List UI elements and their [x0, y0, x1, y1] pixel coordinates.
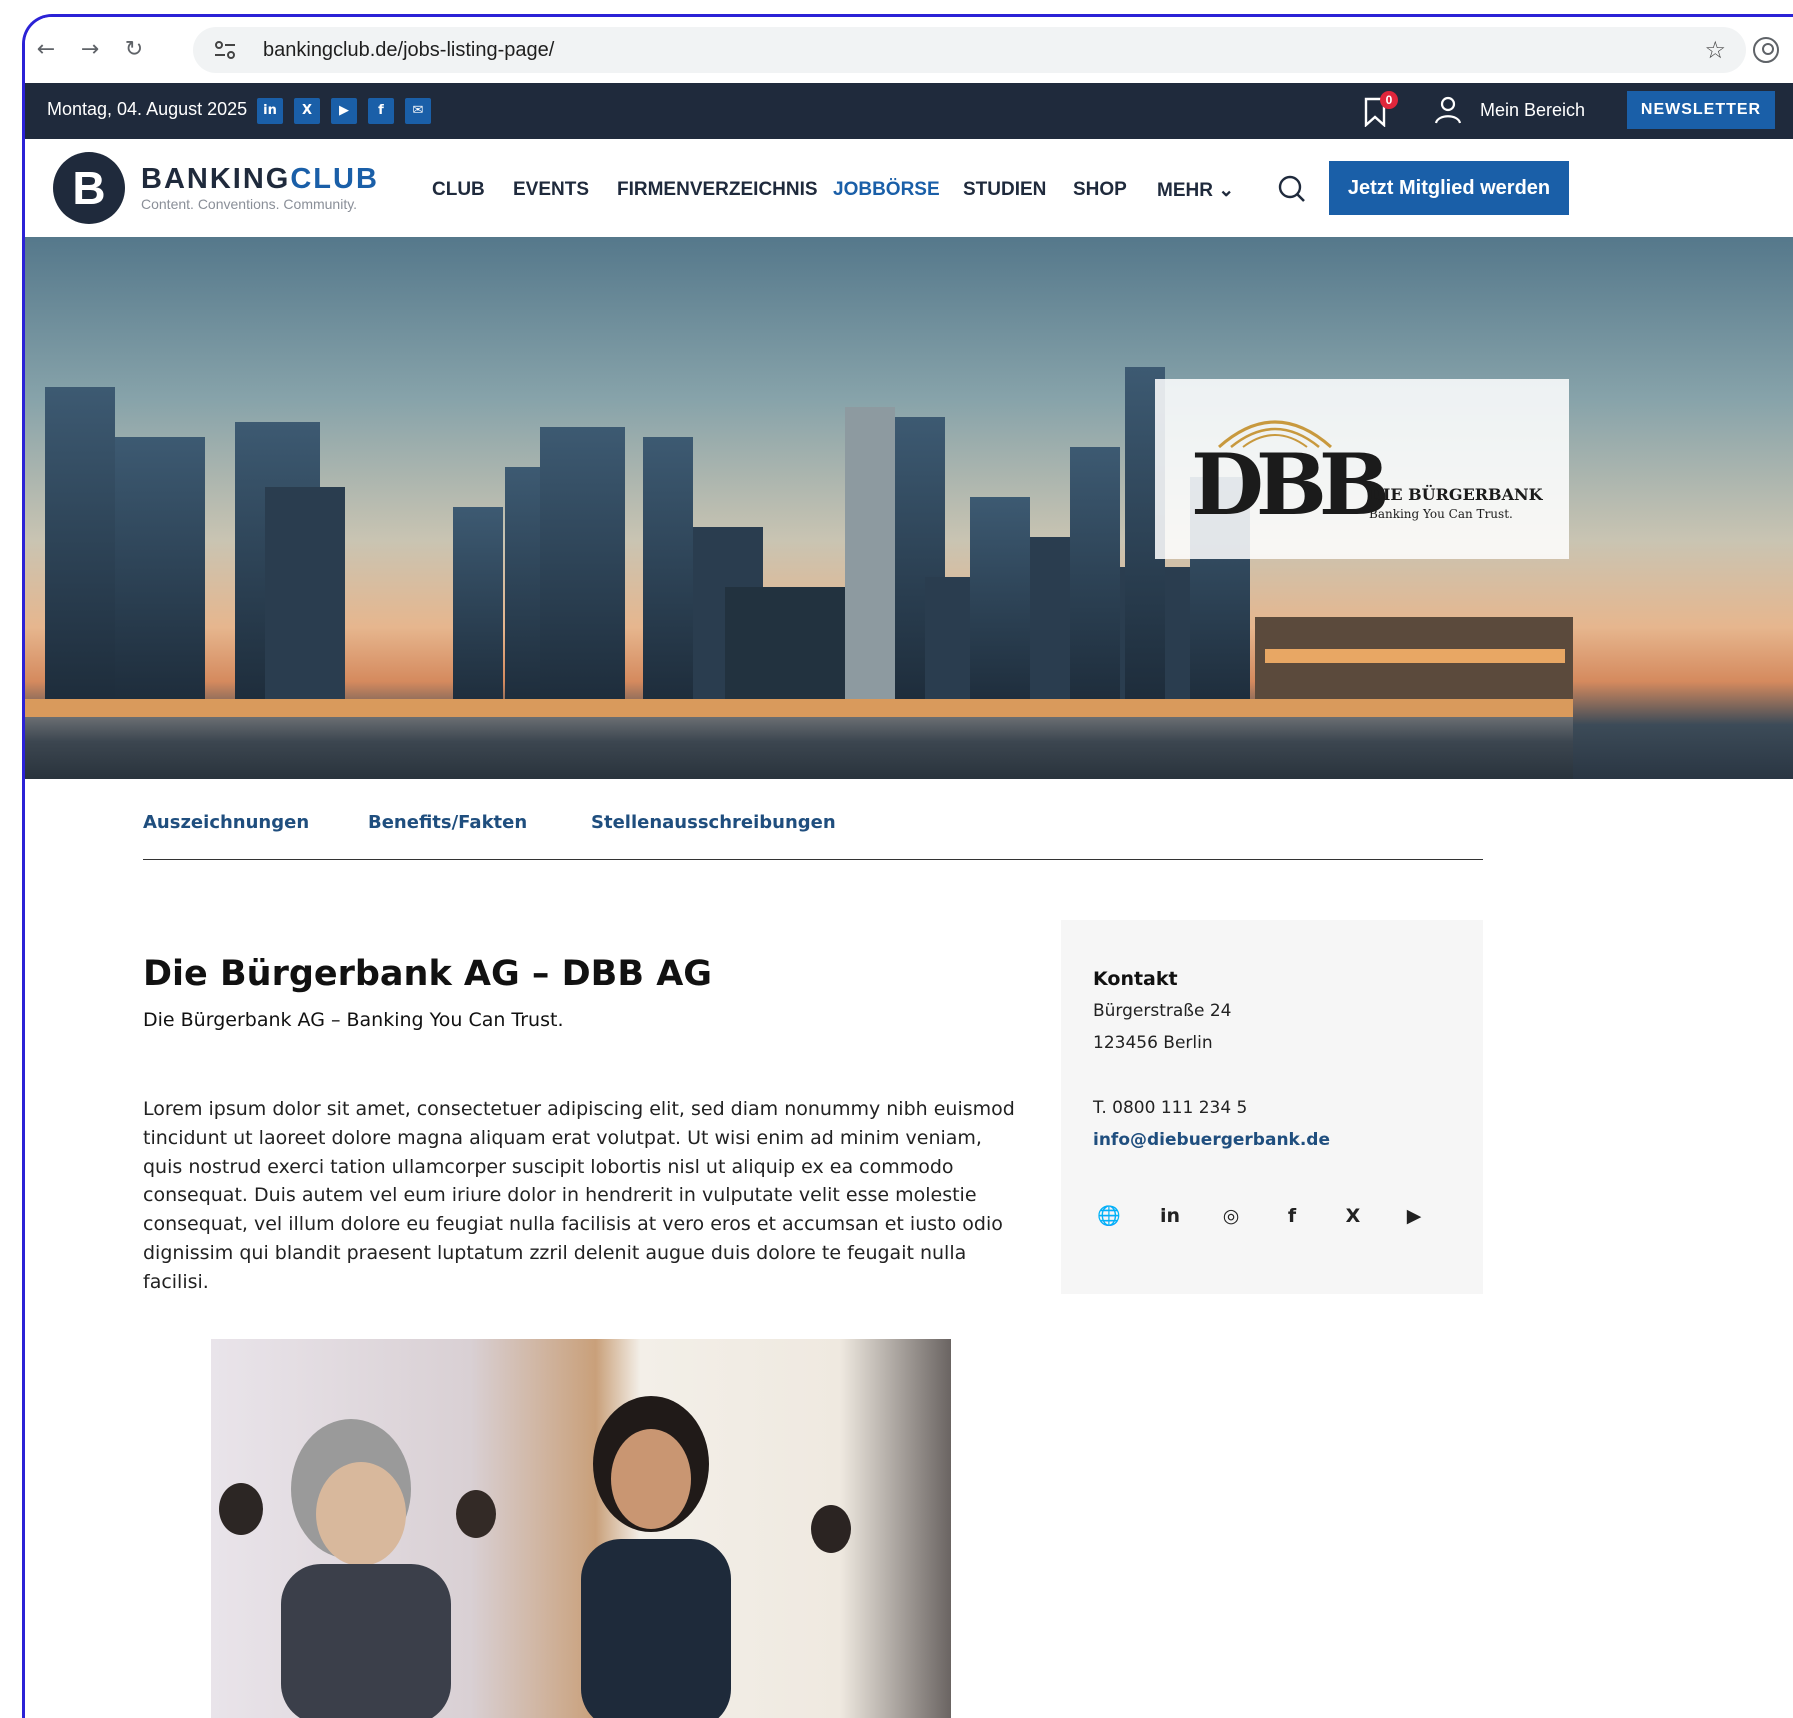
company-tabs: Auszeichnungen Benefits/Fakten Stellenau…	[143, 812, 1483, 860]
dbb-logo-card: DBB DIE BÜRGERBANK Banking You Can Trust…	[1155, 379, 1569, 559]
main-header: B BANKINGCLUB Content. Conventions. Comm…	[25, 139, 1793, 237]
nav-club[interactable]: CLUB	[432, 179, 485, 201]
dbb-logo-tagline: Banking You Can Trust.	[1369, 507, 1513, 521]
nav-mehr[interactable]: MEHR ⌄	[1157, 179, 1234, 202]
tab-auszeichnungen[interactable]: Auszeichnungen	[143, 812, 309, 833]
logo-wordmark[interactable]: BANKINGCLUB	[141, 163, 379, 196]
nav-events[interactable]: EVENTS	[513, 179, 589, 201]
join-member-button[interactable]: Jetzt Mitglied werden	[1329, 161, 1569, 215]
search-icon[interactable]	[1278, 175, 1306, 203]
contact-email-link[interactable]: info@diebuergerbank.de	[1093, 1130, 1330, 1150]
people-illustration	[219, 1396, 851, 1718]
newsletter-button[interactable]: NEWSLETTER	[1627, 91, 1775, 129]
address-bar[interactable]: bankingclub.de/jobs-listing-page/ ☆	[193, 27, 1746, 73]
reload-icon[interactable]: ↻	[119, 35, 149, 65]
mein-bereich-link[interactable]: Mein Bereich	[1480, 100, 1585, 121]
nav-firmenverzeichnis[interactable]: FIRMENVERZEICHNIS	[617, 179, 818, 201]
profile-icon[interactable]	[1753, 37, 1779, 63]
youtube-icon[interactable]: ▶	[1400, 1202, 1428, 1230]
xing-icon[interactable]: X	[294, 98, 320, 124]
site-settings-icon[interactable]	[213, 39, 237, 61]
xing-icon[interactable]: X	[1339, 1202, 1367, 1230]
dbb-logo-name: DIE BÜRGERBANK	[1369, 485, 1543, 504]
tab-stellenausschreibungen[interactable]: Stellenausschreibungen	[591, 812, 836, 833]
company-description: Lorem ipsum dolor sit amet, consectetuer…	[143, 1098, 1015, 1293]
bookmark-count-badge: 0	[1380, 91, 1398, 109]
nav-jobboerse[interactable]: JOBBÖRSE	[833, 179, 940, 201]
mail-icon[interactable]: ✉	[405, 98, 431, 124]
company-subtitle: Die Bürgerbank AG – Banking You Can Trus…	[143, 1009, 564, 1031]
contact-phone: T. 0800 111 234 5	[1093, 1098, 1248, 1118]
facebook-icon[interactable]: f	[1278, 1202, 1306, 1230]
contact-city: 123456 Berlin	[1093, 1033, 1213, 1053]
browser-toolbar: ← → ↻ bankingclub.de/jobs-listing-page/ …	[25, 17, 1793, 83]
instagram-icon[interactable]: ◎	[1217, 1202, 1245, 1230]
browser-window: ← → ↻ bankingclub.de/jobs-listing-page/ …	[22, 14, 1793, 1718]
logo-tagline: Content. Conventions. Community.	[141, 196, 358, 212]
linkedin-icon[interactable]: in	[257, 98, 283, 124]
team-photo	[211, 1339, 951, 1718]
logo-word-banking: BANKING	[141, 163, 291, 195]
contact-street: Bürgerstraße 24	[1093, 1001, 1232, 1021]
nav-studien[interactable]: STUDIEN	[963, 179, 1046, 201]
company-title: Die Bürgerbank AG – DBB AG	[143, 954, 713, 994]
linkedin-icon[interactable]: in	[1156, 1202, 1184, 1230]
hero-banner: DBB DIE BÜRGERBANK Banking You Can Trust…	[25, 237, 1793, 779]
user-icon[interactable]	[1433, 95, 1463, 125]
url-text[interactable]: bankingclub.de/jobs-listing-page/	[263, 39, 554, 62]
youtube-icon[interactable]: ▶	[331, 98, 357, 124]
globe-icon[interactable]: 🌐	[1095, 1202, 1123, 1230]
nav-shop[interactable]: SHOP	[1073, 179, 1127, 201]
contact-title: Kontakt	[1093, 968, 1178, 990]
current-date: Montag, 04. August 2025	[47, 99, 248, 119]
tab-benefits-fakten[interactable]: Benefits/Fakten	[368, 812, 527, 833]
contact-card: Kontakt Bürgerstraße 24 123456 Berlin T.…	[1061, 920, 1483, 1294]
logo-mark[interactable]: B	[53, 152, 125, 224]
logo-word-club: CLUB	[290, 163, 379, 195]
facebook-icon[interactable]: f	[368, 98, 394, 124]
star-icon[interactable]: ☆	[1704, 36, 1726, 64]
back-icon[interactable]: ←	[31, 35, 61, 65]
forward-icon[interactable]: →	[75, 35, 105, 65]
top-bar: Montag, 04. August 2025 in X ▶ f ✉ 0 Mei…	[25, 83, 1793, 139]
dbb-logo-mark: DBB	[1191, 435, 1390, 534]
